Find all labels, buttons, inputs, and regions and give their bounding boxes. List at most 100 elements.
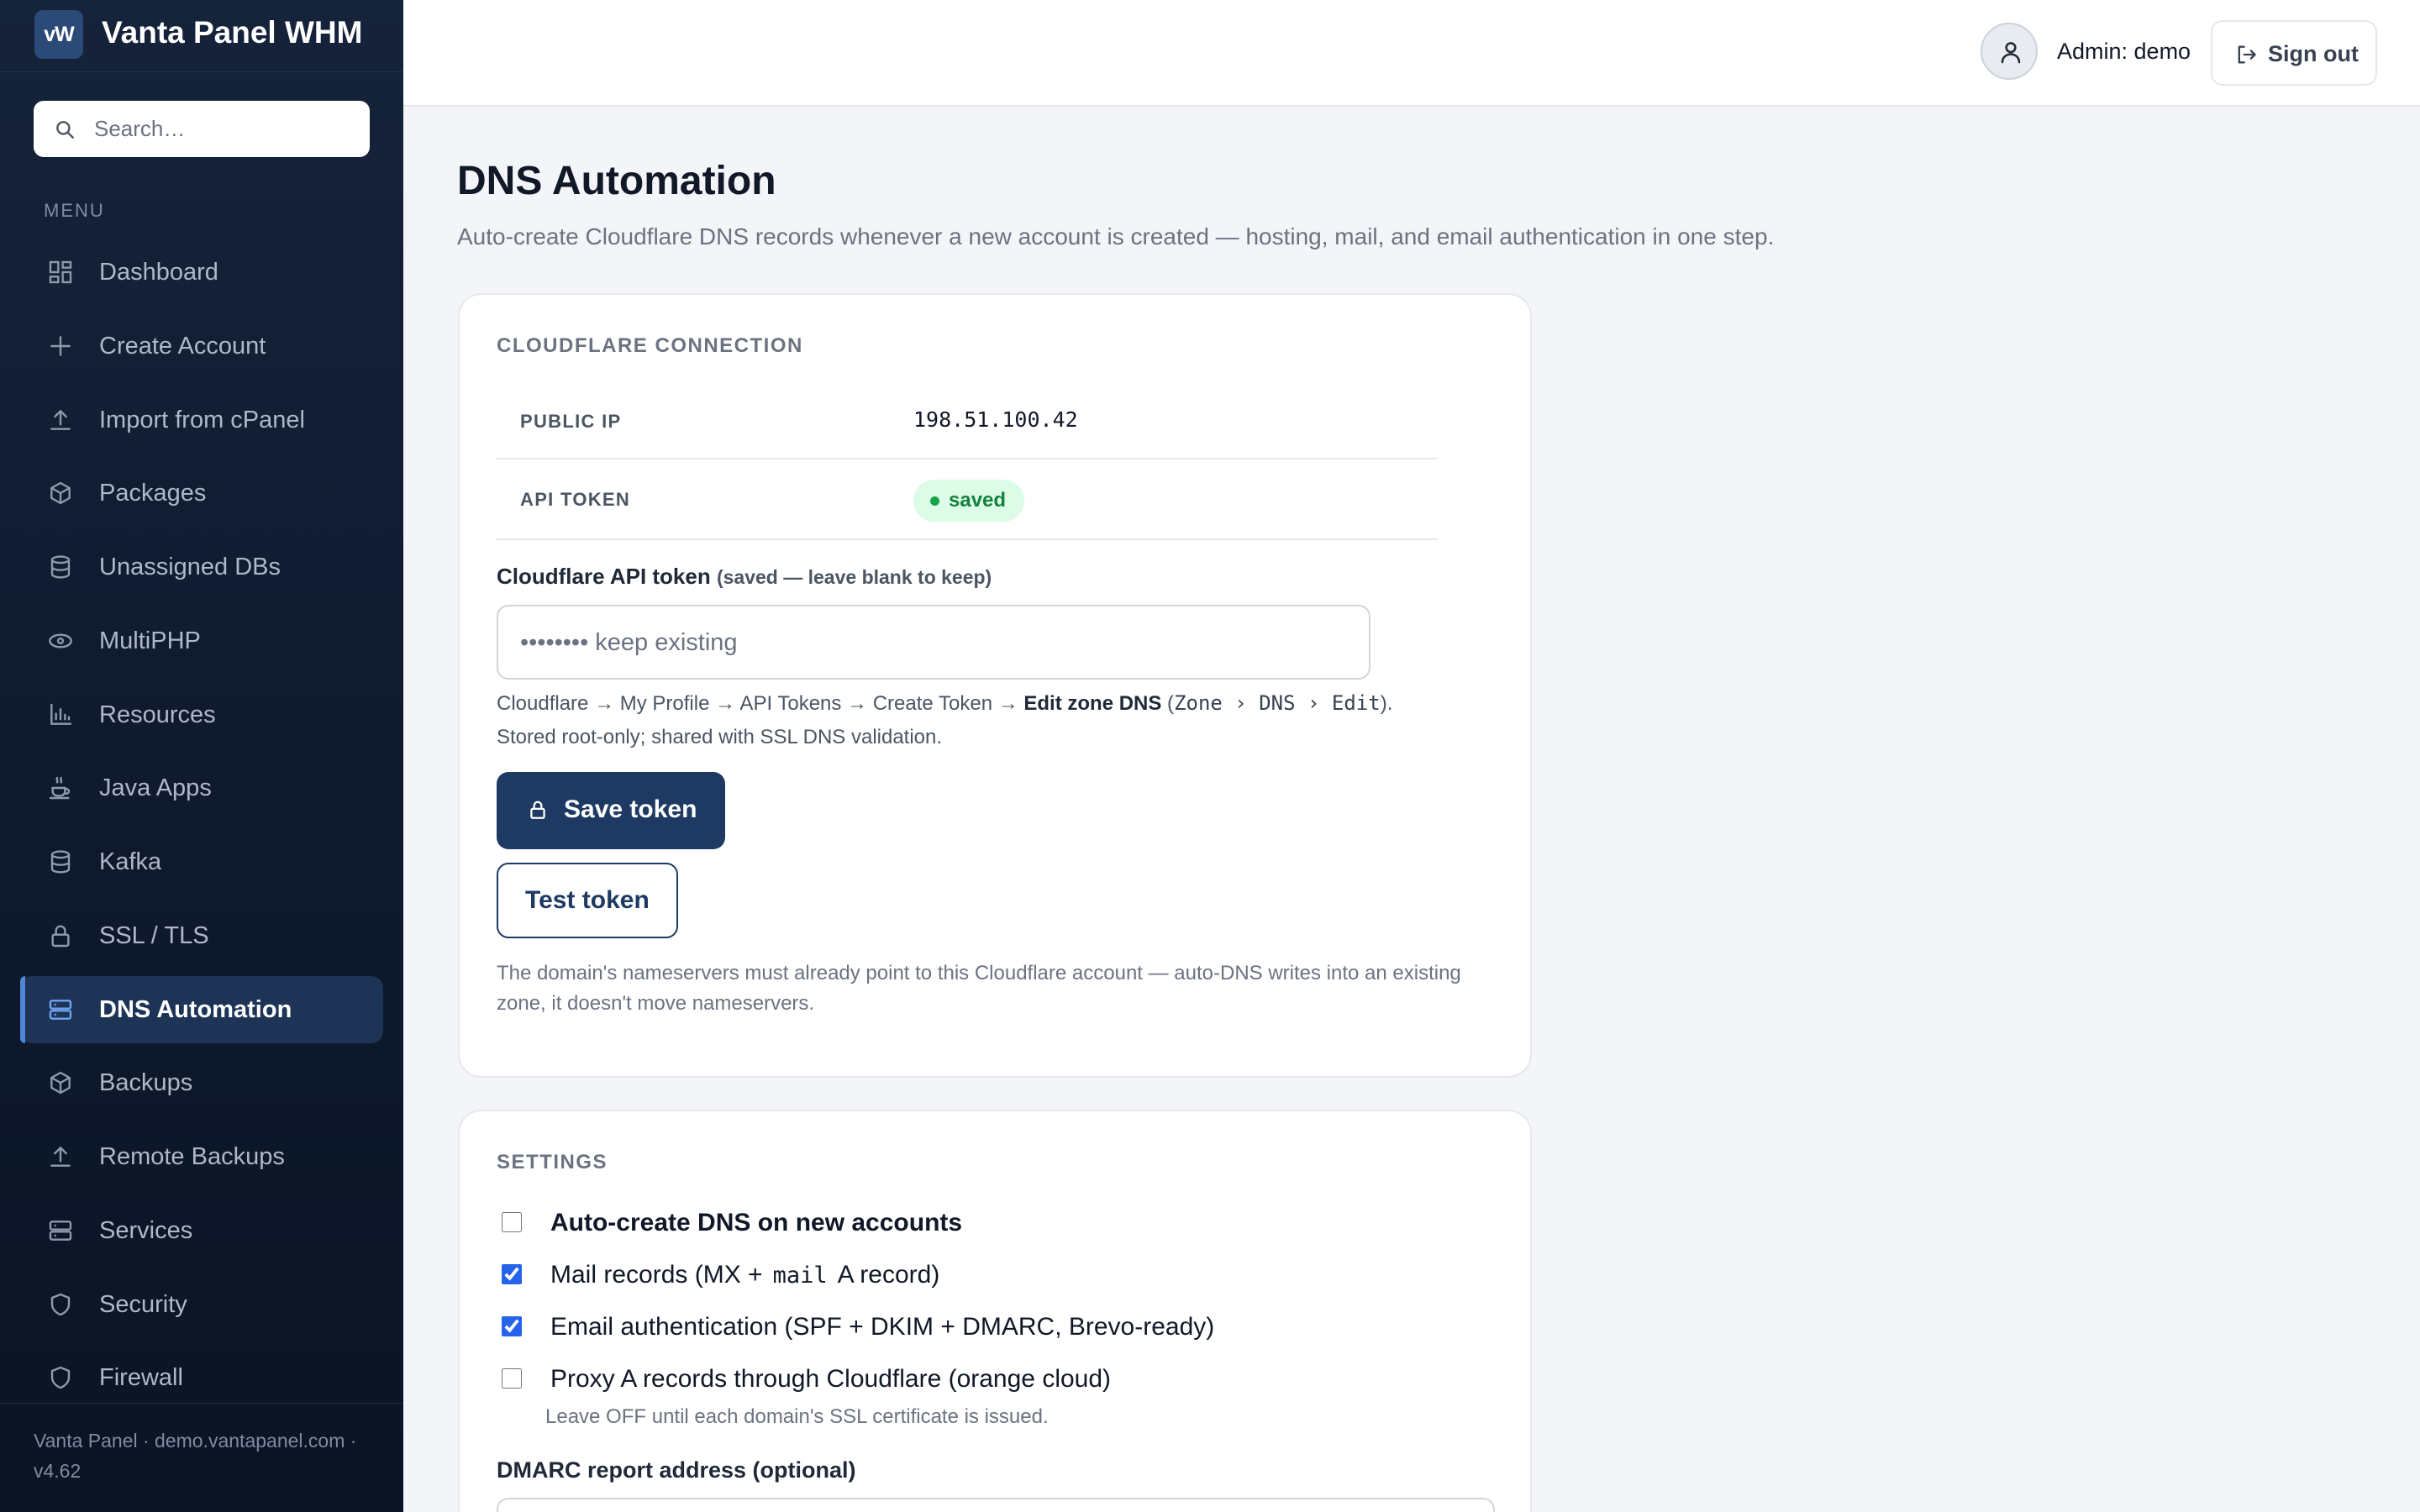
hint-open: ( — [1161, 692, 1175, 715]
save-token-button[interactable]: Save token — [497, 772, 725, 849]
shield-icon — [50, 1367, 71, 1389]
dmarc-input[interactable] — [497, 1498, 1495, 1512]
sidebar-item-label: Java Apps — [99, 774, 212, 802]
test-token-button[interactable]: Test token — [497, 863, 678, 938]
search-icon — [56, 121, 74, 139]
test-token-label: Test token — [525, 886, 650, 914]
sidebar-item-remote-backups[interactable]: Remote Backups — [20, 1123, 383, 1190]
sidebar-item-dashboard[interactable]: Dashboard — [20, 239, 383, 306]
sidebar-item-services[interactable]: Services — [20, 1197, 383, 1264]
brand[interactable]: vW Vanta Panel WHM — [0, 0, 403, 72]
cloudflare-connection-card: CLOUDFLARE CONNECTION PUBLIC IP 198.51.1… — [458, 293, 1532, 1078]
page-subtitle: Auto-create Cloudflare DNS records whene… — [457, 223, 1775, 249]
save-token-label: Save token — [564, 795, 697, 823]
auto-create-checkbox[interactable] — [502, 1212, 522, 1232]
sidebar: vW Vanta Panel WHM MENU Dashboard Create… — [0, 0, 403, 1512]
sign-out-label: Sign out — [2268, 41, 2359, 66]
sidebar-item-label: Kafka — [99, 848, 162, 875]
sidebar-item-label: Resources — [99, 701, 216, 728]
mail-records-label[interactable]: Mail records (MX + mail A record) — [550, 1261, 939, 1289]
sidebar-item-ssl-tls[interactable]: SSL / TLS — [20, 902, 383, 969]
sidebar-item-security[interactable]: Security — [20, 1271, 383, 1338]
database-icon — [50, 555, 71, 579]
sidebar-item-multiphp[interactable]: MultiPHP — [20, 607, 383, 675]
email-auth-label[interactable]: Email authentication (SPF + DKIM + DMARC… — [550, 1313, 1214, 1341]
proxy-label[interactable]: Proxy A records through Cloudflare (oran… — [550, 1365, 1111, 1394]
sidebar-item-unassigned-dbs[interactable]: Unassigned DBs — [20, 533, 383, 601]
sidebar-item-backups[interactable]: Backups — [20, 1049, 383, 1116]
hint-permission: Edit zone DNS — [1023, 692, 1162, 715]
php-icon — [49, 633, 72, 648]
shield-icon — [50, 1293, 71, 1315]
sidebar-footer: Vanta Panel · demo.vantapanel.com · v4.6… — [0, 1403, 403, 1512]
api-token-field-title: Cloudflare API token — [497, 564, 711, 589]
server-icon — [49, 1220, 72, 1241]
sidebar-item-label: Firewall — [99, 1364, 183, 1392]
api-token-hint: Cloudflare → My Profile → API Tokens → C… — [497, 686, 1421, 754]
dmarc-label: DMARC report address (optional) — [497, 1457, 856, 1483]
sidebar-item-firewall[interactable]: Firewall — [20, 1344, 383, 1411]
bar-chart-icon — [50, 703, 72, 725]
sidebar-item-label: Create Account — [99, 332, 266, 360]
sidebar-item-label: SSL / TLS — [99, 921, 209, 949]
sidebar-item-label: Packages — [99, 480, 207, 507]
sidebar-item-packages[interactable]: Packages — [20, 459, 383, 527]
dashboard-icon — [49, 260, 72, 284]
app-name: Vanta Panel WHM — [102, 15, 363, 50]
mail-label-code: mail — [772, 1263, 828, 1289]
api-token-input[interactable] — [520, 623, 1344, 662]
sidebar-item-java-apps[interactable]: Java Apps — [20, 754, 383, 822]
sidebar-item-label: Security — [99, 1290, 187, 1318]
mail-records-checkbox[interactable] — [502, 1264, 522, 1284]
sidebar-item-kafka[interactable]: Kafka — [20, 828, 383, 895]
sidebar-nav: Dashboard Create Account Import from cPa… — [20, 239, 383, 1418]
email-auth-checkbox[interactable] — [502, 1316, 522, 1336]
sidebar-item-import-cpanel[interactable]: Import from cPanel — [20, 386, 383, 454]
admin-username: Admin: demo — [2057, 39, 2191, 64]
avatar[interactable] — [1981, 23, 2038, 80]
mail-label-post: A record) — [837, 1261, 940, 1289]
search-input[interactable] — [94, 109, 355, 148]
api-token-field-label: Cloudflare API token (saved — leave blan… — [497, 564, 992, 590]
sidebar-item-label: Remote Backups — [99, 1143, 285, 1170]
menu-label: MENU — [44, 200, 105, 221]
lock-icon — [51, 925, 70, 947]
hint-path: Cloudflare → My Profile → API Tokens → C… — [497, 692, 1024, 715]
search-box[interactable] — [34, 101, 370, 157]
sidebar-item-label: MultiPHP — [99, 627, 201, 654]
public-ip-row: PUBLIC IP 198.51.100.42 — [497, 386, 1438, 459]
api-token-input-box[interactable] — [497, 605, 1370, 680]
sidebar-item-label: Dashboard — [99, 259, 218, 286]
sidebar-item-label: Import from cPanel — [99, 406, 305, 433]
server-icon — [49, 999, 72, 1020]
public-ip-value: 198.51.100.42 — [913, 407, 1078, 432]
proxy-checkbox[interactable] — [502, 1368, 522, 1389]
brand-logo: vW — [34, 10, 83, 59]
mail-label-pre: Mail records (MX + — [550, 1261, 763, 1289]
lock-icon — [530, 801, 545, 819]
nameserver-note: The domain's nameservers must already po… — [497, 962, 1461, 1015]
sidebar-item-dns-automation[interactable]: DNS Automation — [20, 975, 383, 1043]
sidebar-item-label: DNS Automation — [99, 995, 292, 1023]
sidebar-item-label: Backups — [99, 1069, 193, 1097]
plus-icon — [50, 335, 71, 356]
card-heading: SETTINGS — [497, 1151, 608, 1173]
page-title: DNS Automation — [457, 159, 776, 203]
upload-icon — [50, 409, 71, 430]
status-badge: saved — [913, 480, 1025, 522]
sign-out-button[interactable]: Sign out — [2211, 20, 2377, 86]
api-token-label: API TOKEN — [520, 489, 631, 510]
card-heading: CLOUDFLARE CONNECTION — [497, 334, 803, 357]
sidebar-item-create-account[interactable]: Create Account — [20, 312, 383, 380]
sidebar-item-label: Services — [99, 1216, 193, 1244]
sidebar-item-resources[interactable]: Resources — [20, 681, 383, 748]
public-ip-label: PUBLIC IP — [520, 411, 622, 432]
sign-out-icon — [2238, 45, 2256, 64]
api-token-row: API TOKEN saved — [497, 459, 1438, 540]
proxy-hint: Leave OFF until each domain's SSL certif… — [545, 1405, 1049, 1428]
database-icon — [50, 850, 71, 874]
hint-scope: Zone › DNS › Edit — [1174, 691, 1381, 715]
auto-create-label[interactable]: Auto-create DNS on new accounts — [550, 1209, 962, 1237]
package-icon — [50, 1072, 71, 1095]
settings-card: SETTINGS Auto-create DNS on new accounts… — [458, 1110, 1532, 1512]
